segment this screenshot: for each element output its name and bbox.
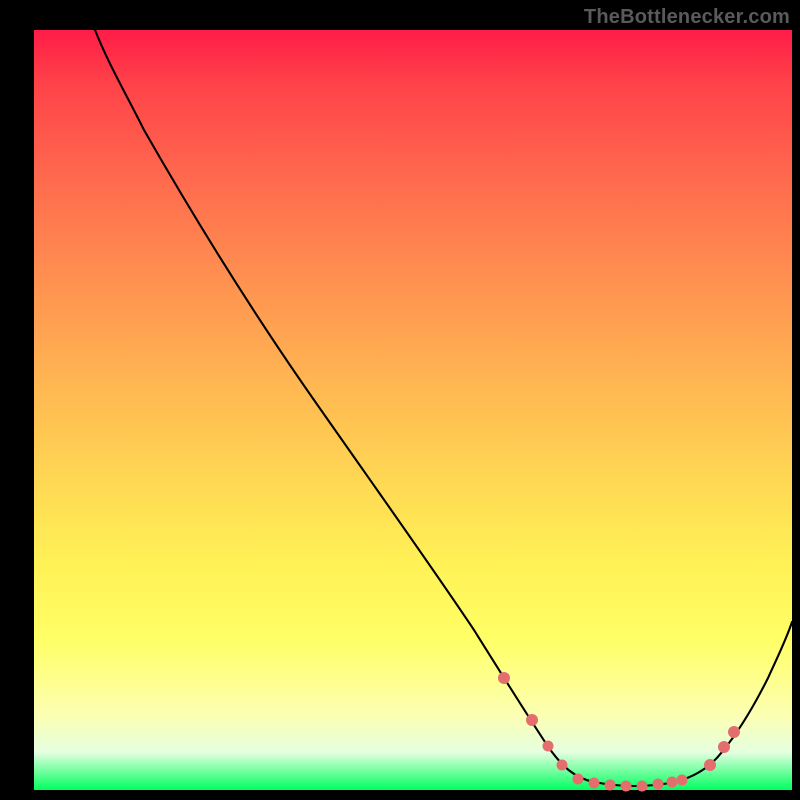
bottleneck-chart bbox=[34, 30, 792, 790]
data-point bbox=[543, 741, 554, 752]
data-point bbox=[728, 726, 740, 738]
data-point bbox=[498, 672, 510, 684]
data-point bbox=[718, 741, 730, 753]
attribution-label: TheBottlenecker.com bbox=[584, 6, 790, 29]
data-point bbox=[589, 778, 600, 789]
data-point bbox=[637, 781, 648, 792]
data-point bbox=[621, 781, 632, 792]
data-point bbox=[526, 714, 538, 726]
data-point bbox=[605, 780, 616, 791]
data-point bbox=[677, 775, 688, 786]
data-point bbox=[704, 759, 716, 771]
bottleneck-curve bbox=[95, 30, 792, 786]
data-point bbox=[653, 779, 664, 790]
data-point bbox=[557, 760, 568, 771]
chart-panel bbox=[34, 30, 792, 790]
data-point bbox=[667, 777, 678, 788]
data-point bbox=[573, 774, 584, 785]
